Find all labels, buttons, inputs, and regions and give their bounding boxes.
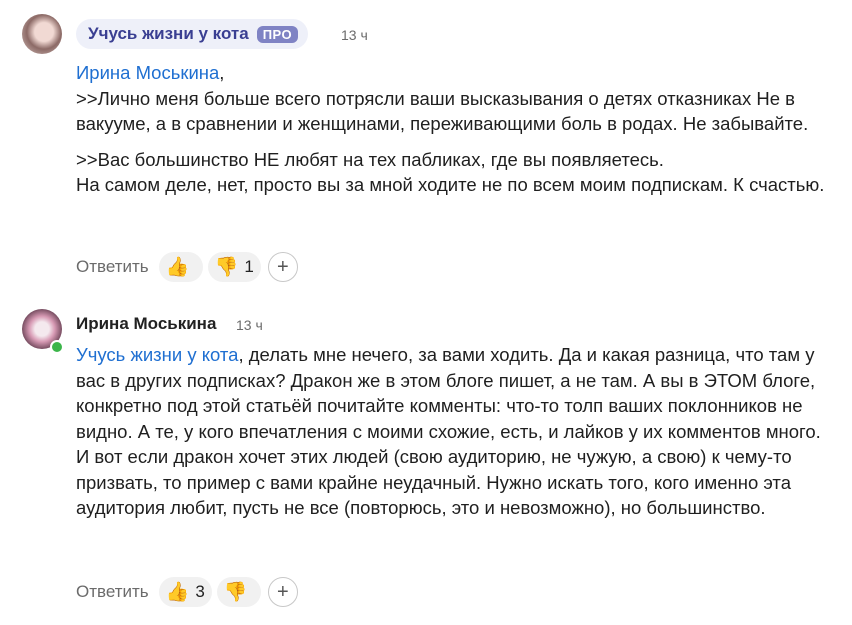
plus-icon: + (276, 580, 289, 603)
reply-button[interactable]: Ответить (76, 257, 149, 277)
thumbs-up-icon: 👍 (165, 256, 190, 278)
like-reaction-button[interactable]: 👍 3 (158, 577, 212, 607)
like-reaction-button[interactable]: 👍 (158, 252, 203, 282)
reply-button[interactable]: Ответить (76, 582, 149, 602)
mention-suffix: , (219, 62, 225, 83)
mention-link[interactable]: Учусь жизни у кота (76, 344, 238, 365)
comment-actions: Ответить 👍 3 👎 + (76, 577, 298, 607)
thumbs-down-icon: 👎 (214, 256, 239, 278)
avatar[interactable] (22, 14, 62, 54)
timestamp: 13 ч (341, 27, 368, 43)
thumbs-down-icon: 👎 (223, 581, 248, 603)
thumbs-up-icon: 👍 (165, 581, 190, 603)
comment-actions: Ответить 👍 👎 1 + (76, 252, 298, 282)
comment-text: Учусь жизни у кота, делать мне нечего, з… (76, 342, 836, 521)
author-name[interactable]: Ирина Моськина (76, 314, 216, 334)
online-status-dot (50, 340, 64, 354)
like-count: 3 (195, 582, 205, 601)
comment-text: Ирина Моськина, >>Лично меня больше всег… (76, 60, 826, 198)
dislike-count: 1 (244, 257, 254, 276)
mention-link[interactable]: Ирина Моськина (76, 62, 219, 83)
dislike-reaction-button[interactable]: 👎 1 (207, 252, 261, 282)
dislike-reaction-button[interactable]: 👎 (216, 577, 261, 607)
timestamp: 13 ч (236, 317, 263, 333)
comment-paragraph: , делать мне нечего, за вами ходить. Да … (76, 344, 821, 518)
comment-paragraph: >>Лично меня больше всего потрясли ваши … (76, 87, 809, 135)
pro-badge: ПРО (256, 25, 299, 43)
author-name[interactable]: Учусь жизни у кота (88, 24, 249, 44)
add-reaction-button[interactable]: + (267, 252, 298, 282)
author-chip[interactable]: Учусь жизни у кота ПРО (76, 19, 309, 49)
comment-paragraph: >>Вас большинство НЕ любят на тех паблик… (76, 148, 825, 196)
add-reaction-button[interactable]: + (267, 577, 298, 607)
plus-icon: + (276, 255, 289, 278)
